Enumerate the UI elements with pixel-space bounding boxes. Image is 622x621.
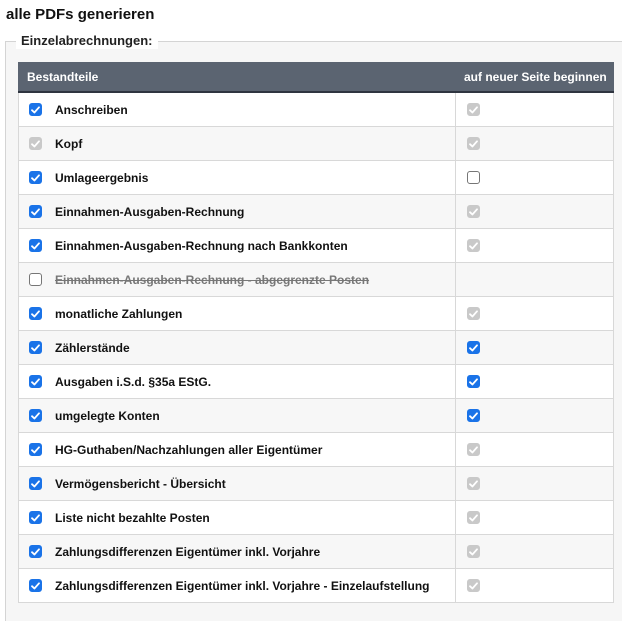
part-cell: Ausgaben i.S.d. §35a EStG. <box>18 364 456 399</box>
include-checkbox[interactable] <box>29 511 42 524</box>
include-checkbox[interactable] <box>29 307 42 320</box>
part-label: Ausgaben i.S.d. §35a EStG. <box>55 374 212 389</box>
new-page-cell <box>455 398 614 433</box>
part-label: Kopf <box>55 136 83 151</box>
new-page-checkbox <box>467 477 480 490</box>
part-label: Anschreiben <box>55 102 128 117</box>
table-header-row: Bestandteile auf neuer Seite beginnen <box>18 62 614 93</box>
part-label: Umlageergebnis <box>55 170 149 185</box>
table-row: Kopf <box>18 126 614 161</box>
part-label: Einnahmen-Ausgaben-Rechnung nach Bankkon… <box>55 238 348 253</box>
table-row: Ausgaben i.S.d. §35a EStG. <box>18 364 614 399</box>
table-row: Einnahmen-Ausgaben-Rechnung - abgegrenzt… <box>18 262 614 297</box>
include-checkbox[interactable] <box>29 409 42 422</box>
parts-table: Bestandteile auf neuer Seite beginnen An… <box>18 62 614 603</box>
part-cell: Zahlungsdifferenzen Eigentümer inkl. Vor… <box>18 568 456 603</box>
part-cell: monatliche Zahlungen <box>18 296 456 331</box>
table-row: umgelegte Konten <box>18 398 614 433</box>
new-page-checkbox <box>467 511 480 524</box>
new-page-cell <box>455 500 614 535</box>
new-page-checkbox <box>467 205 480 218</box>
new-page-checkbox <box>467 579 480 592</box>
new-page-cell <box>455 91 614 127</box>
new-page-cell <box>455 466 614 501</box>
part-label: Einnahmen-Ausgaben-Rechnung - abgegrenzt… <box>55 272 370 287</box>
new-page-checkbox <box>467 443 480 456</box>
column-header-parts: Bestandteile <box>18 62 456 93</box>
part-label: umgelegte Konten <box>55 408 160 423</box>
include-checkbox <box>29 137 42 150</box>
table-row: Vermögensbericht - Übersicht <box>18 466 614 501</box>
part-label: HG-Guthaben/Nachzahlungen aller Eigentüm… <box>55 442 323 457</box>
part-label: Einnahmen-Ausgaben-Rechnung <box>55 204 245 219</box>
new-page-cell <box>455 296 614 331</box>
part-cell: Anschreiben <box>18 91 456 127</box>
include-checkbox[interactable] <box>29 341 42 354</box>
part-cell: Einnahmen-Ausgaben-Rechnung nach Bankkon… <box>18 228 456 263</box>
part-cell: Einnahmen-Ausgaben-Rechnung <box>18 194 456 229</box>
new-page-cell <box>455 432 614 467</box>
new-page-checkbox[interactable] <box>467 375 480 388</box>
include-checkbox[interactable] <box>29 205 42 218</box>
include-checkbox[interactable] <box>29 171 42 184</box>
table-row: Zahlungsdifferenzen Eigentümer inkl. Vor… <box>18 534 614 569</box>
include-checkbox[interactable] <box>29 273 42 286</box>
part-cell: HG-Guthaben/Nachzahlungen aller Eigentüm… <box>18 432 456 467</box>
include-checkbox[interactable] <box>29 545 42 558</box>
new-page-cell <box>455 364 614 399</box>
fieldset-legend: Einzelabrechnungen: <box>16 33 159 49</box>
part-label: Zählerstände <box>55 340 130 355</box>
table-row: Umlageergebnis <box>18 160 614 195</box>
table-row: Anschreiben <box>18 91 614 127</box>
include-checkbox[interactable] <box>29 477 42 490</box>
new-page-cell <box>455 228 614 263</box>
part-label: Vermögensbericht - Übersicht <box>55 476 226 491</box>
part-cell: Zahlungsdifferenzen Eigentümer inkl. Vor… <box>18 534 456 569</box>
new-page-cell <box>455 126 614 161</box>
part-cell: Kopf <box>18 126 456 161</box>
part-label: monatliche Zahlungen <box>55 306 183 321</box>
part-cell: Zählerstände <box>18 330 456 365</box>
include-checkbox[interactable] <box>29 443 42 456</box>
table-row: HG-Guthaben/Nachzahlungen aller Eigentüm… <box>18 432 614 467</box>
part-cell: Einnahmen-Ausgaben-Rechnung - abgegrenzt… <box>18 262 456 297</box>
part-cell: Umlageergebnis <box>18 160 456 195</box>
new-page-checkbox[interactable] <box>467 171 480 184</box>
include-checkbox[interactable] <box>29 579 42 592</box>
new-page-checkbox[interactable] <box>467 341 480 354</box>
table-row: Einnahmen-Ausgaben-Rechnung nach Bankkon… <box>18 228 614 263</box>
new-page-cell <box>455 330 614 365</box>
new-page-cell <box>455 194 614 229</box>
column-header-new-page: auf neuer Seite beginnen <box>455 62 614 93</box>
new-page-checkbox <box>467 137 480 150</box>
new-page-checkbox <box>467 103 480 116</box>
new-page-cell <box>455 568 614 603</box>
table-row: Liste nicht bezahlte Posten <box>18 500 614 535</box>
include-checkbox[interactable] <box>29 103 42 116</box>
part-cell: Liste nicht bezahlte Posten <box>18 500 456 535</box>
table-row: monatliche Zahlungen <box>18 296 614 331</box>
part-cell: Vermögensbericht - Übersicht <box>18 466 456 501</box>
new-page-checkbox <box>467 307 480 320</box>
new-page-cell <box>455 262 614 297</box>
new-page-checkbox <box>467 239 480 252</box>
new-page-cell <box>455 534 614 569</box>
part-label: Zahlungsdifferenzen Eigentümer inkl. Vor… <box>55 544 321 559</box>
part-label: Liste nicht bezahlte Posten <box>55 510 210 525</box>
table-row: Einnahmen-Ausgaben-Rechnung <box>18 194 614 229</box>
include-checkbox[interactable] <box>29 375 42 388</box>
new-page-checkbox <box>467 545 480 558</box>
new-page-cell <box>455 160 614 195</box>
include-checkbox[interactable] <box>29 239 42 252</box>
table-row: Zahlungsdifferenzen Eigentümer inkl. Vor… <box>18 568 614 603</box>
new-page-checkbox[interactable] <box>467 409 480 422</box>
table-row: Zählerstände <box>18 330 614 365</box>
part-cell: umgelegte Konten <box>18 398 456 433</box>
page-title: alle PDFs generieren <box>6 6 155 23</box>
part-label: Zahlungsdifferenzen Eigentümer inkl. Vor… <box>55 578 430 593</box>
einzelabrechnungen-fieldset: Einzelabrechnungen: Bestandteile auf neu… <box>5 33 622 621</box>
